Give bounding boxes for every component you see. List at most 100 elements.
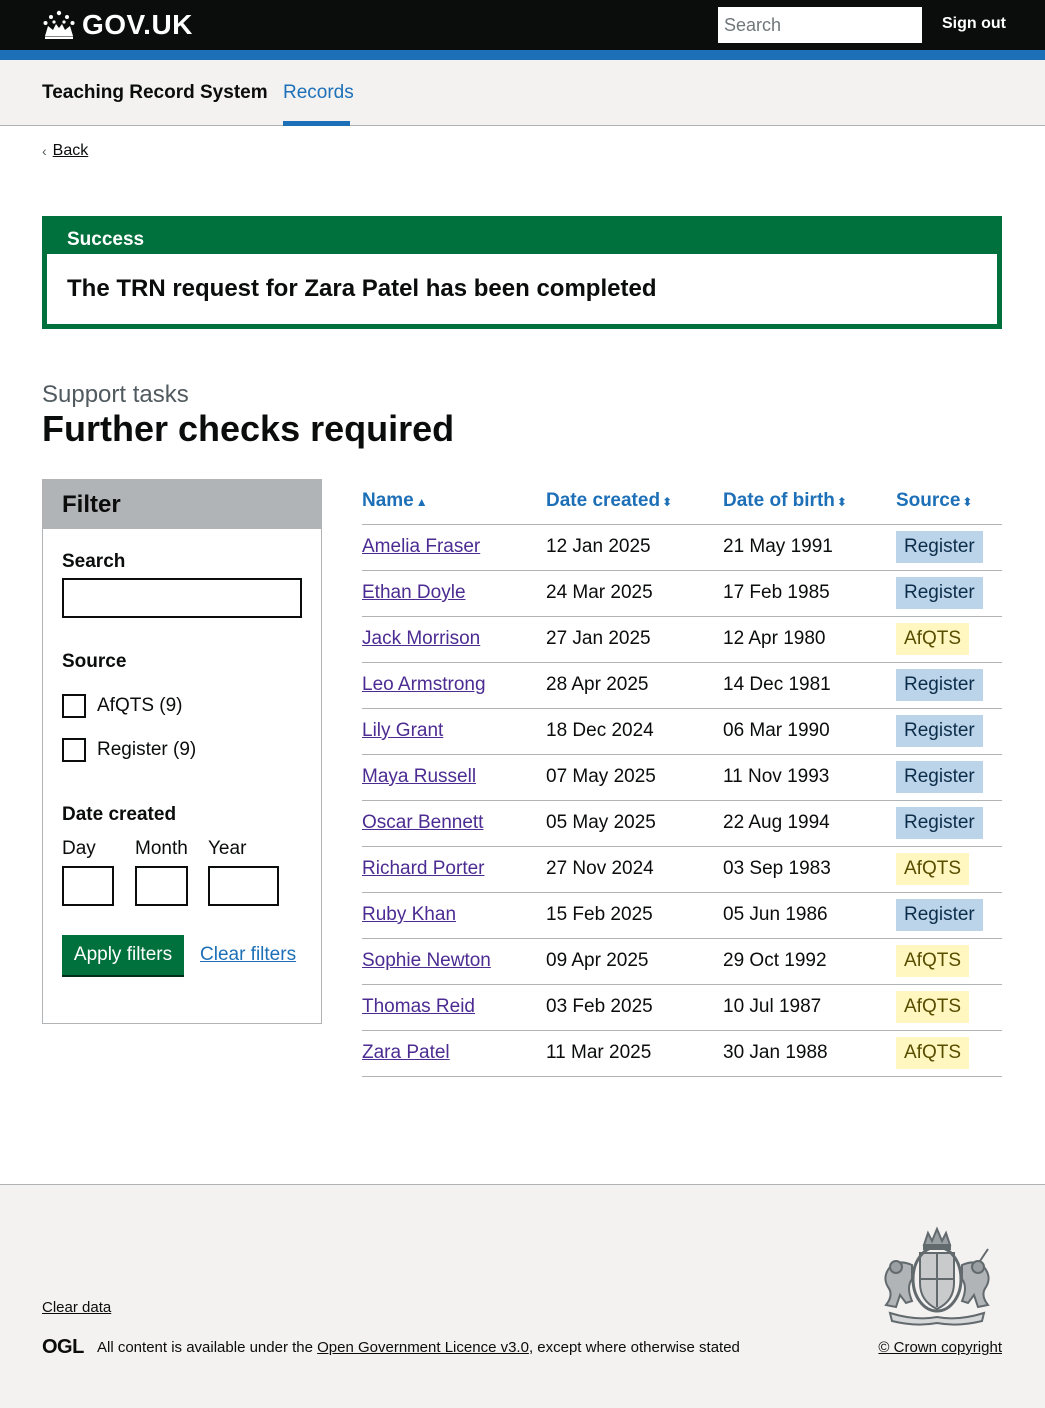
licence-text: All content is available under the Open … (97, 1338, 740, 1358)
cell-date-created: 24 Mar 2025 (546, 570, 723, 617)
record-name-link[interactable]: Ethan Doyle (362, 582, 466, 603)
month-label: Month (135, 838, 188, 859)
cell-source: Register (896, 892, 1002, 939)
page-caption: Support tasks (42, 381, 189, 408)
cell-name: Sophie Newton (362, 938, 546, 985)
cell-date-of-birth: 11 Nov 1993 (723, 754, 896, 801)
results-table: Name ▲ Date created ⬍ Date of birth ⬍ Sourc… (362, 479, 1002, 1077)
banner-title: Success (67, 229, 145, 250)
source-tag: Register (896, 577, 983, 609)
banner-message: The TRN request for Zara Patel has been … (67, 275, 657, 302)
cell-name: Lily Grant (362, 708, 546, 755)
year-input[interactable] (208, 866, 279, 906)
day-input[interactable] (62, 866, 114, 906)
column-header-name[interactable]: Name ▲ (362, 479, 546, 525)
cell-source: Register (896, 570, 1002, 617)
record-name-link[interactable]: Leo Armstrong (362, 674, 486, 695)
sign-out-link[interactable]: Sign out (942, 12, 1006, 36)
filter-header: Filter (43, 480, 321, 529)
cell-name: Maya Russell (362, 754, 546, 801)
source-tag: AfQTS (896, 853, 970, 885)
clear-filters-link[interactable]: Clear filters (200, 943, 296, 967)
record-name-link[interactable]: Oscar Bennett (362, 812, 483, 833)
service-name[interactable]: Teaching Record System (42, 80, 268, 105)
sort-icon: ⬍ (836, 495, 847, 510)
column-header-date-created[interactable]: Date created ⬍ (546, 479, 723, 525)
cell-date-of-birth: 03 Sep 1983 (723, 846, 896, 893)
cell-date-created: 12 Jan 2025 (546, 524, 723, 571)
cell-date-created: 28 Apr 2025 (546, 662, 723, 709)
source-tag: Register (896, 807, 983, 839)
table-body: Amelia Fraser 12 Jan 2025 21 May 1991 Regis… (362, 524, 1002, 1077)
cell-name: Amelia Fraser (362, 524, 546, 571)
column-header-label: Source (896, 490, 961, 512)
cell-date-created: 27 Nov 2024 (546, 846, 723, 893)
cell-source: Register (896, 708, 1002, 755)
back-link[interactable]: Back (53, 141, 89, 161)
column-header-source[interactable]: Source ⬍ (896, 479, 1002, 525)
table-row: Zara Patel 11 Mar 2025 30 Jan 1988 AfQTS (362, 1030, 1002, 1077)
cell-source: AfQTS (896, 938, 1002, 985)
record-name-link[interactable]: Maya Russell (362, 766, 476, 787)
source-tag: Register (896, 761, 983, 793)
checkbox-afqts-label[interactable]: AfQTS (9) (97, 694, 183, 718)
source-tag: Register (896, 531, 983, 563)
logo-text: GOV.UK (82, 9, 193, 40)
cell-date-created: 05 May 2025 (546, 800, 723, 847)
page-title: Further checks required (42, 408, 455, 449)
source-tag: AfQTS (896, 945, 970, 977)
record-name-link[interactable]: Richard Porter (362, 858, 485, 879)
checkbox-afqts[interactable] (62, 694, 86, 718)
filter-search-input[interactable] (62, 578, 302, 618)
record-name-link[interactable]: Lily Grant (362, 720, 443, 741)
nav-item-records[interactable]: Records (283, 80, 354, 105)
checkbox-register-label[interactable]: Register (9) (97, 738, 196, 762)
sort-ascending-icon: ▲ (415, 495, 428, 510)
source-tag: Register (896, 669, 983, 701)
clear-data-link[interactable]: Clear data (42, 1298, 111, 1318)
cell-date-of-birth: 29 Oct 1992 (723, 938, 896, 985)
back-link-container: ‹ Back (42, 141, 88, 161)
cell-date-of-birth: 12 Apr 1980 (723, 616, 896, 663)
licence-link[interactable]: Open Government Licence v3.0 (317, 1339, 529, 1356)
month-input[interactable] (135, 866, 188, 906)
sort-icon: ⬍ (662, 495, 673, 510)
table-row: Thomas Reid 03 Feb 2025 10 Jul 1987 AfQTS (362, 984, 1002, 1031)
cell-source: AfQTS (896, 1030, 1002, 1077)
record-name-link[interactable]: Zara Patel (362, 1042, 450, 1063)
cell-name: Ethan Doyle (362, 570, 546, 617)
cell-source: Register (896, 800, 1002, 847)
record-name-link[interactable]: Thomas Reid (362, 996, 475, 1017)
back-chevron-icon: ‹ (42, 143, 47, 159)
cell-name: Zara Patel (362, 1030, 546, 1077)
cell-date-created: 11 Mar 2025 (546, 1030, 723, 1077)
column-header-date-of-birth[interactable]: Date of birth ⬍ (723, 479, 896, 525)
cell-name: Thomas Reid (362, 984, 546, 1031)
licence-suffix: , except where otherwise stated (528, 1339, 740, 1356)
cell-date-created: 27 Jan 2025 (546, 616, 723, 663)
checkbox-register[interactable] (62, 738, 86, 762)
source-tag: AfQTS (896, 991, 970, 1023)
table-row: Lily Grant 18 Dec 2024 06 Mar 1990 Register (362, 708, 1002, 755)
year-label: Year (208, 838, 247, 859)
cell-date-of-birth: 14 Dec 1981 (723, 662, 896, 709)
column-header-label: Name (362, 490, 414, 512)
cell-date-created: 18 Dec 2024 (546, 708, 723, 755)
record-name-link[interactable]: Sophie Newton (362, 950, 491, 971)
cell-date-of-birth: 05 Jun 1986 (723, 892, 896, 939)
cell-source: AfQTS (896, 616, 1002, 663)
filter-panel: Filter Search Source AfQTS (9) Register … (42, 479, 322, 1024)
gov-uk-logo[interactable]: GOV.UK (42, 6, 193, 44)
record-name-link[interactable]: Ruby Khan (362, 904, 456, 925)
table-row: Maya Russell 07 May 2025 11 Nov 1993 Regist… (362, 754, 1002, 801)
cell-date-of-birth: 22 Aug 1994 (723, 800, 896, 847)
record-name-link[interactable]: Jack Morrison (362, 628, 480, 649)
date-created-label: Date created (62, 804, 177, 825)
header-search-input[interactable] (718, 7, 922, 43)
table-row: Richard Porter 27 Nov 2024 03 Sep 1983 AfQT… (362, 846, 1002, 893)
record-name-link[interactable]: Amelia Fraser (362, 536, 480, 557)
cell-source: Register (896, 524, 1002, 571)
crown-copyright-link[interactable]: © Crown copyright (878, 1338, 1002, 1358)
source-tag: Register (896, 715, 983, 747)
apply-filters-button[interactable]: Apply filters (62, 935, 184, 975)
